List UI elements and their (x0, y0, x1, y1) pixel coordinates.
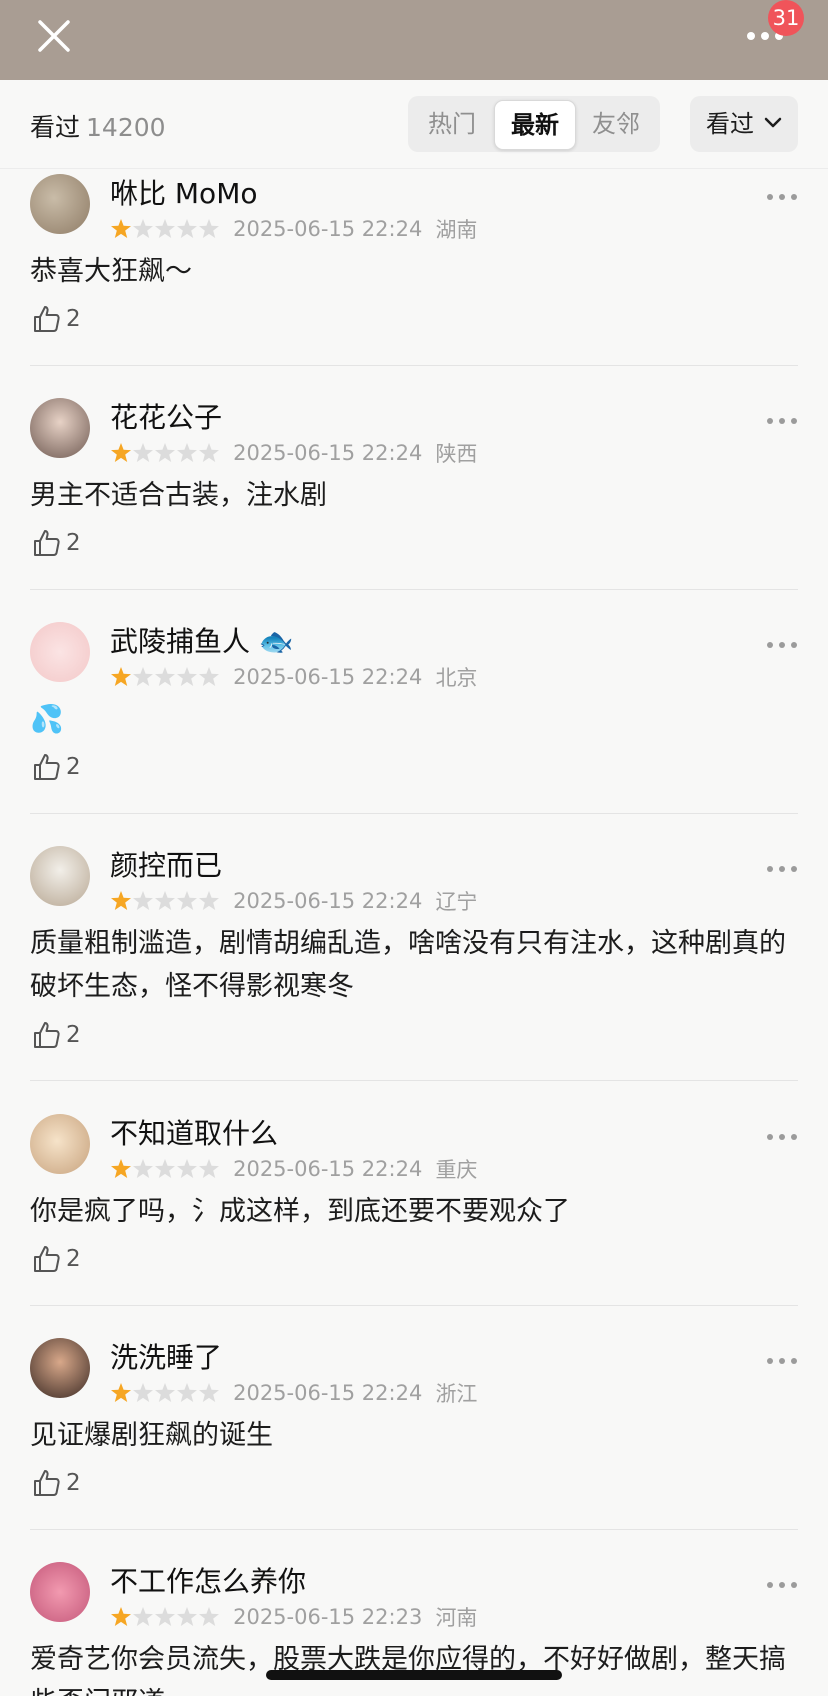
like-button[interactable]: 2 (32, 528, 81, 560)
review-location: 湖南 (435, 218, 478, 242)
review-location: 重庆 (435, 1158, 478, 1182)
divider (30, 1305, 798, 1306)
more-options-icon[interactable] (766, 640, 798, 650)
like-count: 2 (66, 1246, 81, 1272)
rating-stars-icon (111, 1159, 219, 1178)
rating-stars-icon (111, 1383, 219, 1402)
like-count: 2 (66, 754, 81, 780)
more-options-icon[interactable] (766, 416, 798, 426)
rating-stars-icon (111, 891, 219, 910)
thumbs-up-icon (34, 530, 60, 556)
thumbs-up-icon (34, 1470, 60, 1496)
review-meta: 2025-06-15 22:24 辽宁 (110, 886, 477, 914)
review-time: 2025-06-15 22:24 (233, 665, 423, 689)
like-button[interactable]: 2 (32, 752, 81, 784)
username[interactable]: 花花公子 (110, 396, 222, 436)
review-time: 2025-06-15 22:23 (233, 1605, 423, 1629)
review-location: 浙江 (435, 1382, 478, 1406)
review-text: 见证爆剧狂飙的诞生 (30, 1420, 273, 1451)
review-meta: 2025-06-15 22:24 陕西 (110, 438, 477, 466)
avatar[interactable] (30, 622, 90, 682)
avatar[interactable] (30, 1562, 90, 1622)
avatar[interactable] (30, 1114, 90, 1174)
watched-filter-label: 看过 (706, 110, 754, 138)
rating-stars-icon (111, 1607, 219, 1626)
like-button[interactable]: 2 (32, 1020, 81, 1052)
tab-latest[interactable]: 最新 (494, 100, 576, 150)
rating-stars-icon (111, 667, 219, 686)
review-meta: 2025-06-15 22:24 北京 (110, 662, 477, 690)
review-location: 陕西 (435, 442, 478, 466)
review-meta: 2025-06-15 22:23 河南 (110, 1602, 477, 1630)
review-meta: 2025-06-15 22:24 浙江 (110, 1378, 477, 1406)
review-text: 男主不适合古装，注水剧 (30, 480, 327, 511)
top-bar: 31 (0, 0, 828, 80)
review-time: 2025-06-15 22:24 (233, 889, 423, 913)
more-options-icon[interactable] (766, 1132, 798, 1142)
section-title: 看过 14200 (30, 108, 166, 144)
close-icon[interactable] (34, 16, 74, 56)
username[interactable]: 不知道取什么 (110, 1112, 278, 1152)
rating-stars-icon (111, 443, 219, 462)
home-indicator[interactable] (266, 1670, 562, 1680)
tab-hot[interactable]: 热门 (412, 100, 492, 148)
review-meta: 2025-06-15 22:24 湖南 (110, 214, 477, 242)
more-options-icon[interactable] (766, 1356, 798, 1366)
review-time: 2025-06-15 22:24 (233, 441, 423, 465)
review-location: 辽宁 (435, 890, 478, 914)
thumbs-up-icon (34, 1246, 60, 1272)
notification-badge: 31 (768, 0, 804, 36)
username[interactable]: 咻比 MoMo (110, 172, 257, 212)
username[interactable]: 不工作怎么养你 (110, 1560, 306, 1600)
thumbs-up-icon (34, 306, 60, 332)
username[interactable]: 颜控而已 (110, 844, 222, 884)
more-options-icon[interactable] (766, 864, 798, 874)
filter-bar: 看过 14200 热门 最新 友邻 看过 (0, 80, 828, 169)
divider (30, 589, 798, 590)
sort-segmented-control: 热门 最新 友邻 (408, 96, 660, 152)
thumbs-up-icon (34, 1022, 60, 1048)
avatar[interactable] (30, 1338, 90, 1398)
like-button[interactable]: 2 (32, 1468, 81, 1500)
chevron-down-icon (764, 117, 782, 128)
review-time: 2025-06-15 22:24 (233, 1381, 423, 1405)
review-text: 你是疯了吗，氵成这样，到底还要不要观众了 (30, 1196, 570, 1227)
divider (30, 813, 798, 814)
tab-friends[interactable]: 友邻 (576, 100, 656, 148)
section-title-label: 看过 (30, 113, 81, 142)
review-text: 恭喜大狂飙～ (30, 256, 192, 287)
review-count: 14200 (86, 113, 166, 142)
username[interactable]: 洗洗睡了 (110, 1336, 222, 1376)
like-count: 2 (66, 530, 81, 556)
review-location: 北京 (435, 666, 478, 690)
divider (30, 1080, 798, 1081)
rating-stars-icon (111, 219, 219, 238)
like-count: 2 (66, 306, 81, 332)
like-button[interactable]: 2 (32, 1244, 81, 1276)
review-text: 质量粗制滥造，剧情胡编乱造，啥啥没有只有注水，这种剧真的破坏生态，怪不得影视寒冬 (30, 928, 786, 1002)
thumbs-up-icon (34, 754, 60, 780)
avatar[interactable] (30, 398, 90, 458)
watched-filter-dropdown[interactable]: 看过 (690, 96, 798, 152)
divider (30, 365, 798, 366)
like-count: 2 (66, 1470, 81, 1496)
review-location: 河南 (435, 1606, 478, 1630)
divider (30, 1529, 798, 1530)
username[interactable]: 武陵捕鱼人 🐟 (110, 620, 294, 660)
more-options-icon[interactable] (766, 192, 798, 202)
more-options-icon[interactable] (766, 1580, 798, 1590)
like-count: 2 (66, 1022, 81, 1048)
review-meta: 2025-06-15 22:24 重庆 (110, 1154, 477, 1182)
review-time: 2025-06-15 22:24 (233, 217, 423, 241)
avatar[interactable] (30, 846, 90, 906)
review-text: 💦 (30, 704, 64, 735)
review-text: 爱奇艺你会员流失，股票大跌是你应得的，不好好做剧，整天搞些歪门邪道 (30, 1644, 786, 1696)
like-button[interactable]: 2 (32, 304, 81, 336)
avatar[interactable] (30, 174, 90, 234)
review-time: 2025-06-15 22:24 (233, 1157, 423, 1181)
